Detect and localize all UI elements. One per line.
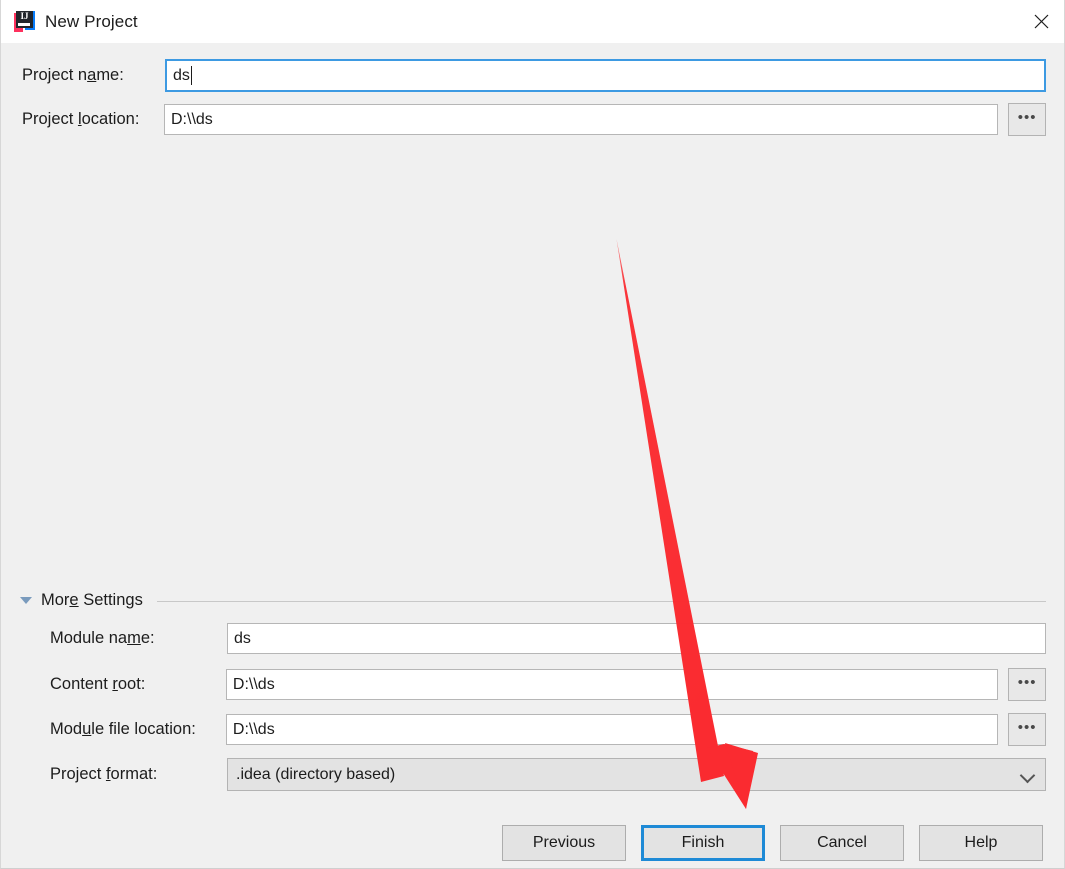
content-root-value: D:\\ds: [232, 675, 275, 693]
module-name-label: Module name:: [50, 629, 155, 647]
section-divider: [156, 601, 1046, 602]
dialog-button-bar: Previous Finish Cancel Help: [1, 818, 1064, 868]
finish-button[interactable]: Finish: [641, 825, 765, 861]
ellipsis-icon: •••: [1017, 108, 1037, 126]
chevron-down-icon: [1021, 768, 1035, 782]
triangle-down-icon[interactable]: [20, 597, 32, 604]
module-file-location-label: Module file location:: [50, 720, 196, 738]
more-settings-section-header[interactable]: More Settings: [20, 591, 1046, 610]
module-file-location-row: Module file location: D:\\ds •••: [50, 713, 1046, 746]
module-name-value: ds: [234, 629, 251, 647]
close-icon[interactable]: [1018, 0, 1064, 43]
content-root-row: Content root: D:\\ds •••: [50, 668, 1046, 701]
project-name-input[interactable]: ds: [165, 59, 1046, 92]
previous-button[interactable]: Previous: [502, 825, 626, 861]
app-icon-text: IJ: [20, 11, 29, 21]
content-root-label: Content root:: [50, 675, 146, 693]
project-format-value: .idea (directory based): [236, 765, 396, 783]
content-root-input[interactable]: D:\\ds: [225, 669, 999, 700]
module-file-location-input[interactable]: D:\\ds: [225, 714, 999, 745]
project-name-row: Project name: ds: [22, 59, 1046, 92]
project-location-input[interactable]: D:\\ds: [164, 104, 999, 135]
browse-content-root-button[interactable]: •••: [1008, 668, 1046, 701]
project-location-label: Project location:: [22, 110, 140, 128]
dialog-body: Project name: ds Project location: D:\\d…: [1, 43, 1064, 868]
ellipsis-icon: •••: [1017, 718, 1037, 736]
project-location-row: Project location: D:\\ds •••: [22, 103, 1046, 136]
text-caret: [190, 66, 192, 85]
more-settings-label: More Settings: [41, 591, 143, 609]
help-button[interactable]: Help: [919, 825, 1043, 861]
dialog-titlebar: IJ New Project: [1, 0, 1064, 43]
module-file-location-value: D:\\ds: [232, 720, 275, 738]
project-name-label: Project name:: [22, 66, 124, 84]
browse-module-file-location-button[interactable]: •••: [1008, 713, 1046, 746]
project-format-row: Project format: .idea (directory based): [50, 758, 1046, 791]
project-format-select[interactable]: .idea (directory based): [227, 758, 1046, 791]
project-location-value: D:\\ds: [171, 110, 213, 128]
new-project-dialog: IJ New Project Project name: ds Project …: [0, 0, 1065, 869]
browse-project-location-button[interactable]: •••: [1008, 103, 1046, 136]
cancel-button[interactable]: Cancel: [780, 825, 904, 861]
ellipsis-icon: •••: [1017, 673, 1037, 691]
intellij-idea-icon: IJ: [14, 11, 35, 32]
window-title: New Project: [45, 11, 138, 31]
module-name-input[interactable]: ds: [227, 623, 1046, 654]
module-name-row: Module name: ds: [50, 623, 1046, 654]
project-name-value: ds: [173, 66, 190, 84]
project-format-label: Project format:: [50, 765, 158, 783]
